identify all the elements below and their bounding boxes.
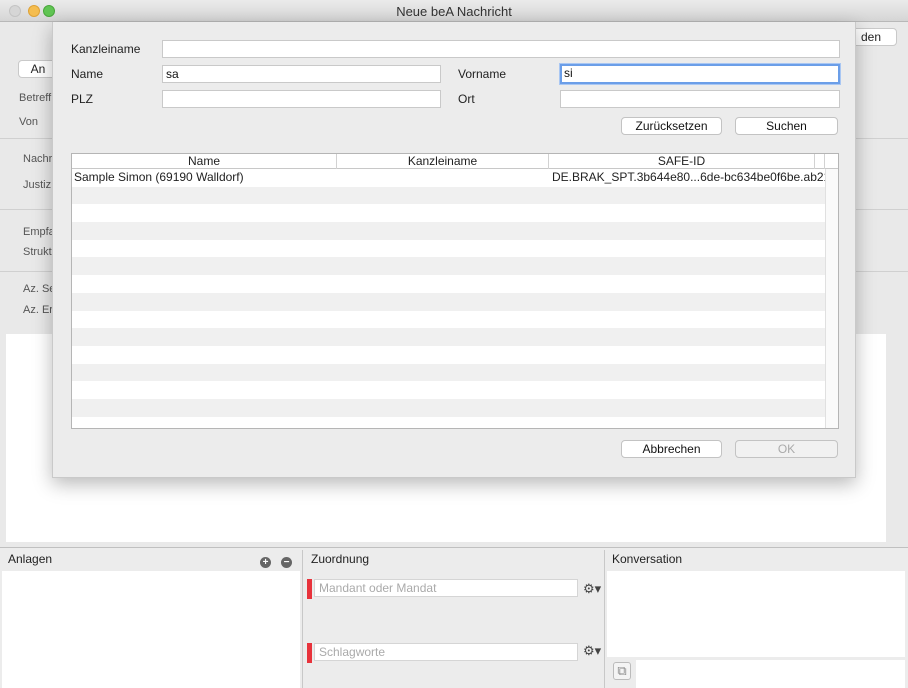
- table-row: [72, 328, 825, 346]
- table-row: [72, 398, 825, 417]
- column-header-name[interactable]: Name: [72, 154, 337, 169]
- from-label: Von: [19, 116, 38, 128]
- justiz-label: Justiz: [23, 179, 52, 191]
- table-row: [72, 275, 825, 293]
- panel-divider: [0, 547, 908, 548]
- mandate-input[interactable]: Mandant oder Mandat: [314, 579, 578, 597]
- search-button[interactable]: Suchen: [735, 117, 838, 135]
- empfa-label: Empfa: [23, 226, 55, 238]
- table-row[interactable]: Sample Simon (69190 Walldorf) DE.BRAK_SP…: [72, 169, 830, 187]
- table-row: [72, 346, 825, 364]
- plz-label: PLZ: [71, 92, 94, 106]
- attachments-list[interactable]: [2, 571, 300, 688]
- name-label: Name: [71, 67, 104, 81]
- subject-label: Betreff: [19, 92, 52, 104]
- ort-input[interactable]: [560, 90, 840, 108]
- required-marker: [307, 643, 312, 663]
- ok-button[interactable]: OK: [735, 440, 838, 458]
- attachments-title: Anlagen: [8, 552, 53, 566]
- kanzleiname-label: Kanzleiname: [71, 42, 141, 56]
- kanzleiname-input[interactable]: [162, 40, 840, 58]
- column-header-filler: [815, 154, 825, 169]
- title-bar: Neue beA Nachricht: [0, 0, 908, 22]
- conversation-title: Konversation: [612, 552, 683, 566]
- table-row: [72, 363, 825, 382]
- table-row: [72, 240, 825, 258]
- cell-name: Sample Simon (69190 Walldorf): [74, 170, 244, 184]
- keywords-input[interactable]: Schlagworte: [314, 643, 578, 661]
- table-row: [72, 311, 825, 329]
- column-header-safe-id[interactable]: SAFE-ID: [549, 154, 815, 169]
- cell-safe-id: DE.BRAK_SPT.3b644e80...6de-bc634be0f6be.…: [552, 170, 831, 184]
- table-rows: Sample Simon (69190 Walldorf) DE.BRAK_SP…: [72, 169, 830, 428]
- table-row: [72, 292, 825, 311]
- name-input[interactable]: sa: [162, 65, 441, 83]
- gear-icon[interactable]: ⚙▾: [583, 581, 601, 597]
- gear-icon[interactable]: ⚙▾: [583, 643, 601, 659]
- table-row: [72, 186, 825, 205]
- vertical-scrollbar[interactable]: [825, 169, 838, 428]
- required-marker: [307, 579, 312, 599]
- table-row: [72, 204, 825, 222]
- send-button-label: den: [860, 30, 882, 44]
- table-row: [72, 381, 825, 399]
- column-header-kanzleiname[interactable]: Kanzleiname: [337, 154, 549, 169]
- copy-icon[interactable]: ⧉: [613, 662, 631, 680]
- conversation-list[interactable]: [607, 571, 905, 657]
- plz-input[interactable]: [162, 90, 441, 108]
- results-table: Name Kanzleiname SAFE-ID Sample Simon (6…: [71, 153, 839, 429]
- reset-button[interactable]: Zurücksetzen: [621, 117, 722, 135]
- table-row: [72, 417, 825, 428]
- minus-circle-icon[interactable]: −: [281, 557, 292, 568]
- assignment-title: Zuordnung: [311, 552, 370, 566]
- az-se-label: Az. Se: [23, 283, 56, 295]
- pane-divider[interactable]: [604, 550, 605, 688]
- vorname-label: Vorname: [458, 67, 507, 81]
- strukt-label: Strukt: [23, 246, 52, 258]
- az-er-label: Az. Er: [23, 304, 53, 316]
- nachr-label: Nachr: [23, 153, 53, 165]
- table-row: [72, 257, 825, 276]
- cancel-button[interactable]: Abbrechen: [621, 440, 722, 458]
- table-row: [72, 222, 825, 240]
- pane-divider[interactable]: [302, 550, 303, 688]
- window-title: Neue beA Nachricht: [396, 4, 512, 19]
- recipient-search-dialog: Kanzleiname Name sa Vorname si PLZ Ort Z…: [52, 22, 856, 478]
- table-header: Name Kanzleiname SAFE-ID: [72, 154, 838, 169]
- ort-label: Ort: [458, 92, 475, 106]
- conversation-input[interactable]: [636, 660, 905, 688]
- plus-circle-icon[interactable]: +: [260, 557, 271, 568]
- vorname-input[interactable]: si: [560, 64, 840, 84]
